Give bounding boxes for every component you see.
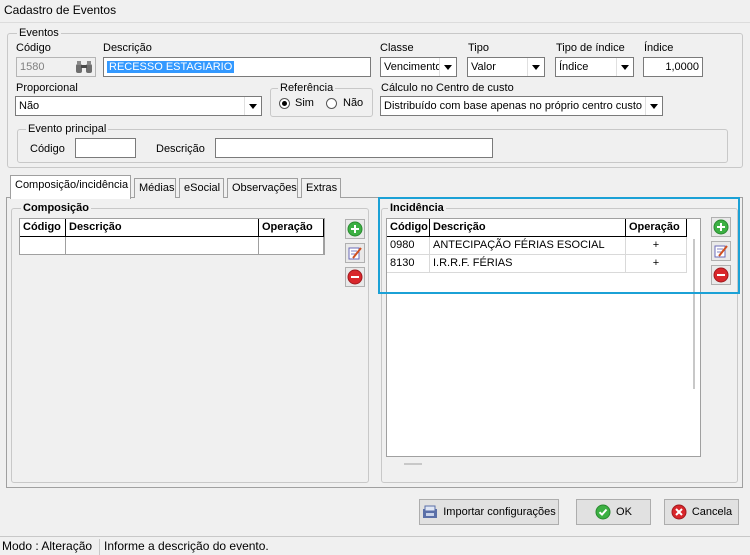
table-row-empty[interactable]	[20, 237, 326, 255]
add-icon[interactable]	[345, 219, 365, 239]
referencia-nao-radio[interactable]	[326, 98, 337, 109]
title-divider	[0, 22, 750, 23]
incidencia-grid-header: Código Descrição Operação	[387, 219, 687, 237]
chevron-down-icon[interactable]	[616, 58, 633, 76]
chevron-down-icon[interactable]	[527, 58, 544, 76]
ok-check-icon	[595, 504, 611, 520]
ok-button[interactable]: OK	[576, 499, 651, 525]
referencia-legend: Referência	[278, 82, 336, 94]
status-bar: Modo : Alteração Informe a descrição do …	[0, 536, 750, 555]
ok-label: OK	[616, 506, 632, 518]
indice-field[interactable]: 1,0000	[643, 57, 703, 77]
descricao-value: RECESSO ESTAGIARIO	[107, 61, 235, 73]
tab-esocial[interactable]: eSocial	[179, 178, 224, 198]
cancel-x-icon	[671, 504, 687, 520]
descricao-field[interactable]: RECESSO ESTAGIARIO	[103, 57, 371, 77]
grid-cell[interactable]	[66, 237, 259, 255]
tab-composicao-incidencia[interactable]: Composição/incidência	[10, 175, 131, 199]
proporcional-label: Proporcional	[16, 82, 78, 94]
composicao-grid-header: Código Descrição Operação	[20, 219, 326, 237]
classe-value: Vencimento	[384, 61, 442, 73]
horizontal-scrollbar[interactable]	[404, 463, 422, 465]
incidencia-operacao-cell[interactable]: +	[626, 237, 687, 255]
chevron-down-icon[interactable]	[439, 58, 456, 76]
status-hint: Informe a descrição do evento.	[104, 539, 269, 553]
tab-medias[interactable]: Médias	[134, 178, 176, 198]
composicao-grid[interactable]: Código Descrição Operação	[19, 218, 325, 255]
referencia-sim-label: Sim	[295, 97, 314, 109]
referencia-sim-radio[interactable]	[279, 98, 290, 109]
chevron-down-icon[interactable]	[244, 97, 261, 115]
incidencia-operacao-cell[interactable]: +	[626, 255, 687, 273]
column-header-codigo[interactable]: Código	[387, 219, 430, 237]
column-header-codigo[interactable]: Código	[20, 219, 66, 237]
incidencia-descricao-cell[interactable]: I.R.R.F. FÉRIAS	[430, 255, 626, 273]
evento-principal-codigo-label: Código	[30, 143, 65, 155]
incidencia-codigo-cell[interactable]: 8130	[387, 255, 430, 273]
edit-icon[interactable]	[345, 243, 365, 263]
add-icon[interactable]	[711, 217, 731, 237]
column-header-operacao[interactable]: Operação	[259, 219, 324, 237]
tab-extras[interactable]: Extras	[301, 178, 341, 198]
column-header-operacao[interactable]: Operação	[626, 219, 687, 237]
status-mode: Modo : Alteração	[0, 539, 100, 555]
incidencia-grid[interactable]: Código Descrição Operação 0980 ANTECIPAÇ…	[386, 218, 701, 465]
table-row[interactable]: 0980 ANTECIPAÇÃO FÉRIAS ESOCIAL +	[387, 237, 687, 255]
cancela-button[interactable]: Cancela	[664, 499, 739, 525]
codigo-label: Código	[16, 42, 51, 54]
calculo-select[interactable]: Distribuído com base apenas no próprio c…	[380, 96, 663, 116]
codigo-value: 1580	[20, 61, 45, 73]
incidencia-descricao-cell[interactable]: ANTECIPAÇÃO FÉRIAS ESOCIAL	[430, 237, 626, 255]
incidencia-legend: Incidência	[388, 202, 446, 214]
calculo-value: Distribuído com base apenas no próprio c…	[384, 100, 643, 112]
import-icon	[423, 505, 438, 518]
remove-icon[interactable]	[345, 267, 365, 287]
tipo-indice-value: Índice	[559, 61, 589, 73]
tipo-value: Valor	[471, 61, 496, 73]
classe-select[interactable]: Vencimento	[380, 57, 457, 77]
classe-label: Classe	[380, 42, 414, 54]
window-title: Cadastro de Eventos	[4, 3, 117, 17]
binoculars-icon[interactable]	[75, 60, 93, 74]
eventos-legend: Eventos	[17, 27, 61, 39]
descricao-label: Descrição	[103, 42, 152, 54]
vertical-scrollbar[interactable]	[693, 239, 695, 389]
codigo-field[interactable]: 1580	[16, 57, 96, 77]
cancela-label: Cancela	[691, 506, 733, 518]
incidencia-codigo-cell[interactable]: 0980	[387, 237, 430, 255]
evento-principal-codigo-field[interactable]	[75, 138, 136, 158]
proporcional-value: Não	[19, 100, 40, 112]
column-header-descricao[interactable]: Descrição	[66, 219, 259, 237]
indice-label: Índice	[644, 42, 674, 54]
evento-principal-legend: Evento principal	[26, 123, 109, 135]
tipo-label: Tipo	[468, 42, 489, 54]
grid-cell[interactable]	[20, 237, 66, 255]
tipo-indice-select[interactable]: Índice	[555, 57, 634, 77]
edit-icon[interactable]	[711, 241, 731, 261]
importar-configuracoes-button[interactable]: Importar configurações	[419, 499, 559, 525]
calculo-label: Cálculo no Centro de custo	[381, 82, 514, 94]
proporcional-select[interactable]: Não	[15, 96, 262, 116]
referencia-nao-label: Não	[343, 97, 364, 109]
grid-cell[interactable]	[259, 237, 324, 255]
tab-observacoes[interactable]: Observações	[227, 178, 298, 198]
remove-icon[interactable]	[711, 265, 731, 285]
evento-principal-descricao-label: Descrição	[156, 143, 205, 155]
evento-principal-descricao-field[interactable]	[215, 138, 493, 158]
chevron-down-icon[interactable]	[645, 97, 662, 115]
tipo-indice-label: Tipo de índice	[556, 42, 625, 54]
tipo-select[interactable]: Valor	[467, 57, 545, 77]
indice-value: 1,0000	[665, 61, 699, 73]
column-header-descricao[interactable]: Descrição	[430, 219, 626, 237]
importar-label: Importar configurações	[443, 506, 556, 518]
composicao-legend: Composição	[21, 202, 92, 214]
table-row[interactable]: 8130 I.R.R.F. FÉRIAS +	[387, 255, 687, 273]
